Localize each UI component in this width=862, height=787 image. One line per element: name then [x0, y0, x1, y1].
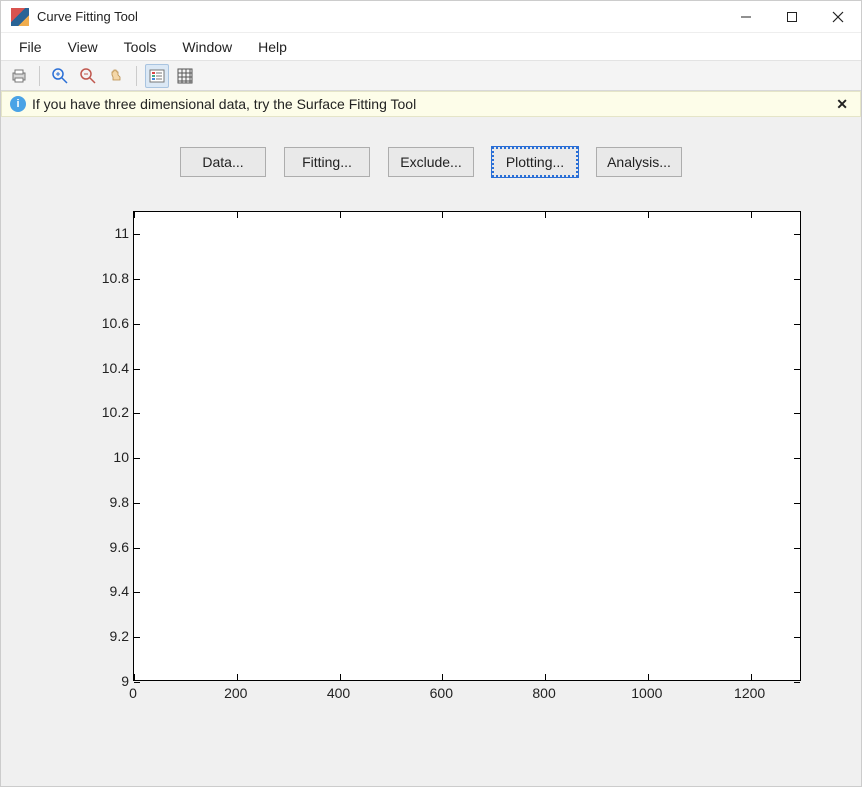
y-tick-label: 9 — [79, 673, 129, 689]
y-tick-label: 9.4 — [79, 583, 129, 599]
y-tick-label: 10 — [79, 449, 129, 465]
grid-toggle-button[interactable] — [173, 64, 197, 88]
info-banner-text: If you have three dimensional data, try … — [32, 96, 416, 112]
x-tick-label: 0 — [129, 685, 137, 701]
maximize-button[interactable] — [769, 1, 815, 32]
plotting-button[interactable]: Plotting... — [492, 147, 578, 177]
toolbar-separator — [39, 66, 40, 86]
action-button-row: Data... Fitting... Exclude... Plotting..… — [1, 117, 861, 201]
y-tick-label: 10.6 — [79, 315, 129, 331]
zoom-in-button[interactable] — [48, 64, 72, 88]
y-tick-label: 10.2 — [79, 404, 129, 420]
menu-view[interactable]: View — [56, 35, 110, 59]
legend-toggle-button[interactable] — [145, 64, 169, 88]
info-banner: i If you have three dimensional data, tr… — [1, 91, 861, 117]
app-icon — [11, 8, 29, 26]
y-tick-label: 9.2 — [79, 628, 129, 644]
y-tick-label: 10.4 — [79, 360, 129, 376]
x-tick-label: 400 — [327, 685, 350, 701]
window-title: Curve Fitting Tool — [37, 9, 138, 24]
fitting-button[interactable]: Fitting... — [284, 147, 370, 177]
y-tick-label: 9.6 — [79, 539, 129, 555]
menu-help[interactable]: Help — [246, 35, 299, 59]
pan-button[interactable] — [104, 64, 128, 88]
y-tick-label: 11 — [79, 225, 129, 241]
y-tick-label: 9.8 — [79, 494, 129, 510]
x-tick-label: 600 — [430, 685, 453, 701]
info-banner-close-button[interactable]: ✕ — [832, 96, 852, 113]
plot-axes[interactable]: 9 9.2 9.4 9.6 9.8 10 10.2 10.4 10.6 10.8 11 0 200 400… — [51, 201, 811, 721]
menu-file[interactable]: File — [7, 35, 54, 59]
x-tick-label: 1200 — [734, 685, 765, 701]
menu-tools[interactable]: Tools — [112, 35, 169, 59]
x-tick-label: 1000 — [631, 685, 662, 701]
content-area: Data... Fitting... Exclude... Plotting..… — [1, 117, 861, 786]
x-tick-label: 200 — [224, 685, 247, 701]
menu-bar: File View Tools Window Help — [1, 33, 861, 61]
x-tick-label: 800 — [532, 685, 555, 701]
toolbar-separator — [136, 66, 137, 86]
minimize-button[interactable] — [723, 1, 769, 32]
data-button[interactable]: Data... — [180, 147, 266, 177]
menu-window[interactable]: Window — [170, 35, 244, 59]
title-bar: Curve Fitting Tool — [1, 1, 861, 33]
info-icon: i — [10, 96, 26, 112]
toolbar — [1, 61, 861, 91]
zoom-out-button[interactable] — [76, 64, 100, 88]
print-button[interactable] — [7, 64, 31, 88]
y-tick-label: 10.8 — [79, 270, 129, 286]
exclude-button[interactable]: Exclude... — [388, 147, 474, 177]
close-button[interactable] — [815, 1, 861, 32]
analysis-button[interactable]: Analysis... — [596, 147, 682, 177]
